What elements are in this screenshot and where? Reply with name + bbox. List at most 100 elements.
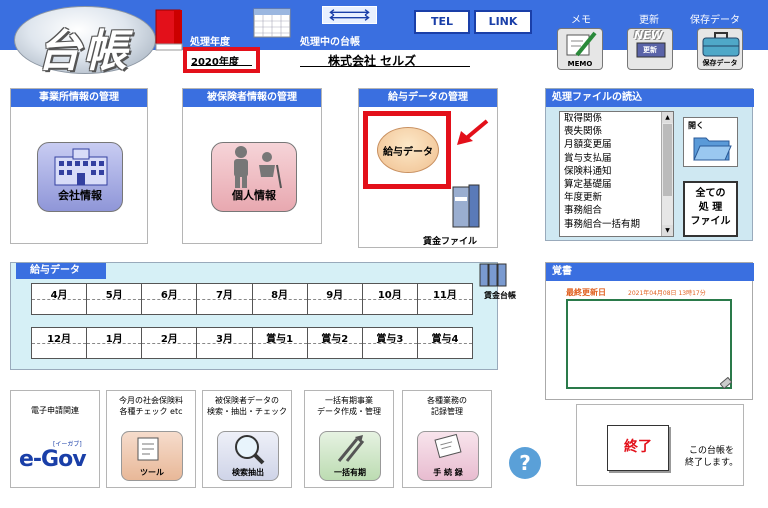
salary-data-panel: 給与データ 4月 5月 6月 7月 8月 9月 10月 11月 12月 1月 2…: [10, 262, 498, 370]
company-info-button[interactable]: 会社情報: [37, 142, 123, 212]
search-extract-tile[interactable]: 被保険者データの 検索・抽出・チェック 検索抽出: [202, 390, 292, 488]
list-item[interactable]: 賞与支払届: [560, 152, 673, 165]
lump-image: 一括有期: [319, 431, 381, 481]
list-item[interactable]: 年度更新: [560, 191, 673, 204]
year-underline: [191, 65, 252, 66]
cell-divider: [32, 299, 87, 300]
switch-arrows-icon[interactable]: [322, 6, 377, 24]
all-files-button[interactable]: 全ての 処 理 ファイル: [683, 181, 738, 237]
file-load-title: 処理ファイルの読込: [546, 89, 754, 107]
list-item[interactable]: 喪失関係: [560, 125, 673, 138]
egov-tile[interactable]: 電子申請関連 [イーガブ] e-Gov: [10, 390, 100, 488]
cell-divider: [87, 299, 142, 300]
memo-label: メモ: [571, 15, 591, 26]
magnifier-icon: [235, 435, 265, 465]
month-cell[interactable]: 5月: [87, 284, 143, 314]
update-label: 更新: [639, 15, 659, 26]
tel-button[interactable]: TEL: [414, 10, 470, 34]
cell-divider: [142, 299, 197, 300]
list-item[interactable]: 保険料通知: [560, 165, 673, 178]
calendar-icon[interactable]: [253, 8, 291, 38]
year-label: 処理年度: [190, 37, 230, 48]
search-image: 検索抽出: [217, 431, 279, 481]
memo-caption: MEMO: [567, 60, 593, 68]
salary-data-button[interactable]: 給与データ: [377, 127, 439, 173]
procedure-record-tile[interactable]: 各種業務の 記録管理 手 続 録: [402, 390, 492, 488]
month-cell[interactable]: 11月: [417, 284, 472, 314]
last-updated-value: 2021年04月08日 13時17分: [628, 290, 706, 297]
wage-ledger-label: 賃金台帳: [484, 291, 516, 300]
tools-tile-title-1: 今月の社会保険料: [119, 396, 183, 405]
file-listbox[interactable]: 取得関係 喪失関係 月額変更届 賞与支払届 保険料通知 算定基礎届 年度更新 事…: [559, 111, 674, 237]
bonus-cell[interactable]: 賞与4: [417, 328, 472, 358]
tools-tile[interactable]: 今月の社会保険料 各種チェック etc ツール: [106, 390, 196, 488]
cell-divider: [307, 299, 362, 300]
wage-file-icon[interactable]: [449, 183, 485, 229]
bonus-cell[interactable]: 賞与3: [362, 328, 418, 358]
month-cell[interactable]: 1月: [87, 328, 143, 358]
list-item[interactable]: 算定基礎届: [560, 178, 673, 191]
memo-hand-icon: [434, 433, 462, 459]
list-item[interactable]: 事務組合一括有期: [560, 218, 673, 231]
tools-tile-title-2: 各種チェック etc: [119, 407, 183, 416]
list-item[interactable]: 月額変更届: [560, 138, 673, 151]
list-item[interactable]: 事務組合: [560, 204, 673, 217]
link-button[interactable]: LINK: [474, 10, 532, 34]
tools-icon: [137, 437, 159, 461]
cell-divider: [362, 343, 417, 344]
lump-tile-title-2: データ作成・管理: [317, 407, 381, 416]
open-file-button[interactable]: 開く: [683, 117, 738, 167]
month-cell[interactable]: 6月: [142, 284, 198, 314]
file-load-panel: 処理ファイルの読込 取得関係 喪失関係 月額変更届 賞与支払届 保険料通知 算定…: [545, 88, 754, 241]
exit-button[interactable]: 終了: [607, 425, 669, 471]
cell-divider: [417, 343, 472, 344]
memo-button[interactable]: MEMO: [557, 28, 603, 70]
briefcase-icon: [702, 32, 740, 57]
lump-sum-tile[interactable]: 一括有期事業 データ作成・管理 一括有期: [304, 390, 394, 488]
month-cell[interactable]: 8月: [252, 284, 308, 314]
notes-textarea[interactable]: [566, 299, 732, 389]
salary-panel-top: 給与データの管理 給与データ 賃金ファイル: [358, 88, 498, 248]
scroll-thumb[interactable]: [663, 124, 672, 196]
month-cell[interactable]: 3月: [197, 328, 253, 358]
month-cell[interactable]: 9月: [307, 284, 363, 314]
tools-image: ツール: [121, 431, 183, 481]
cell-divider: [252, 343, 307, 344]
save-caption: 保存データ: [702, 59, 738, 67]
cell-divider: [87, 343, 142, 344]
month-cell[interactable]: 4月: [32, 284, 88, 314]
building-icon: [54, 148, 108, 186]
company-info-label: 会社情報: [58, 189, 102, 202]
save-data-button[interactable]: 保存データ: [697, 28, 743, 70]
personal-info-button[interactable]: 個人情報: [211, 142, 297, 212]
exit-panel: 終了 この台帳を 終了します。: [576, 404, 744, 486]
month-cell[interactable]: 7月: [197, 284, 253, 314]
notes-panel: 覚書 最終更新日 2021年04月08日 13時17分: [545, 262, 754, 400]
insured-panel-title: 被保険者情報の管理: [183, 89, 321, 107]
list-item[interactable]: 取得関係: [560, 112, 673, 125]
egov-logo: e-Gov: [19, 447, 87, 472]
month-cell[interactable]: 2月: [142, 328, 198, 358]
scroll-up-icon[interactable]: ▲: [662, 112, 673, 123]
exit-desc-line2: 終了します。: [685, 458, 739, 468]
last-updated-label: 最終更新日: [566, 288, 606, 297]
update-button[interactable]: NEW 更新: [627, 28, 673, 70]
record-tile-title-2: 記録管理: [431, 407, 463, 416]
eraser-icon[interactable]: [720, 377, 732, 389]
salary-data-title: 給与データ: [16, 263, 106, 279]
help-button[interactable]: ?: [509, 447, 541, 479]
year-display[interactable]: 2020年度: [183, 47, 260, 73]
bonus-cell[interactable]: 賞与2: [307, 328, 363, 358]
lump-caption: 一括有期: [334, 468, 366, 477]
red-book-icon: [155, 9, 183, 51]
month-cell[interactable]: 12月: [32, 328, 88, 358]
office-panel-title: 事業所情報の管理: [11, 89, 147, 107]
bonus-cell[interactable]: 賞与1: [252, 328, 308, 358]
cell-divider: [32, 343, 87, 344]
cell-divider: [307, 343, 362, 344]
file-list-scrollbar[interactable]: ▲ ▼: [661, 112, 673, 236]
company-underline: [300, 66, 470, 67]
month-cell[interactable]: 10月: [362, 284, 418, 314]
ledger-binders-icon[interactable]: [478, 262, 508, 288]
scroll-down-icon[interactable]: ▼: [662, 225, 673, 236]
